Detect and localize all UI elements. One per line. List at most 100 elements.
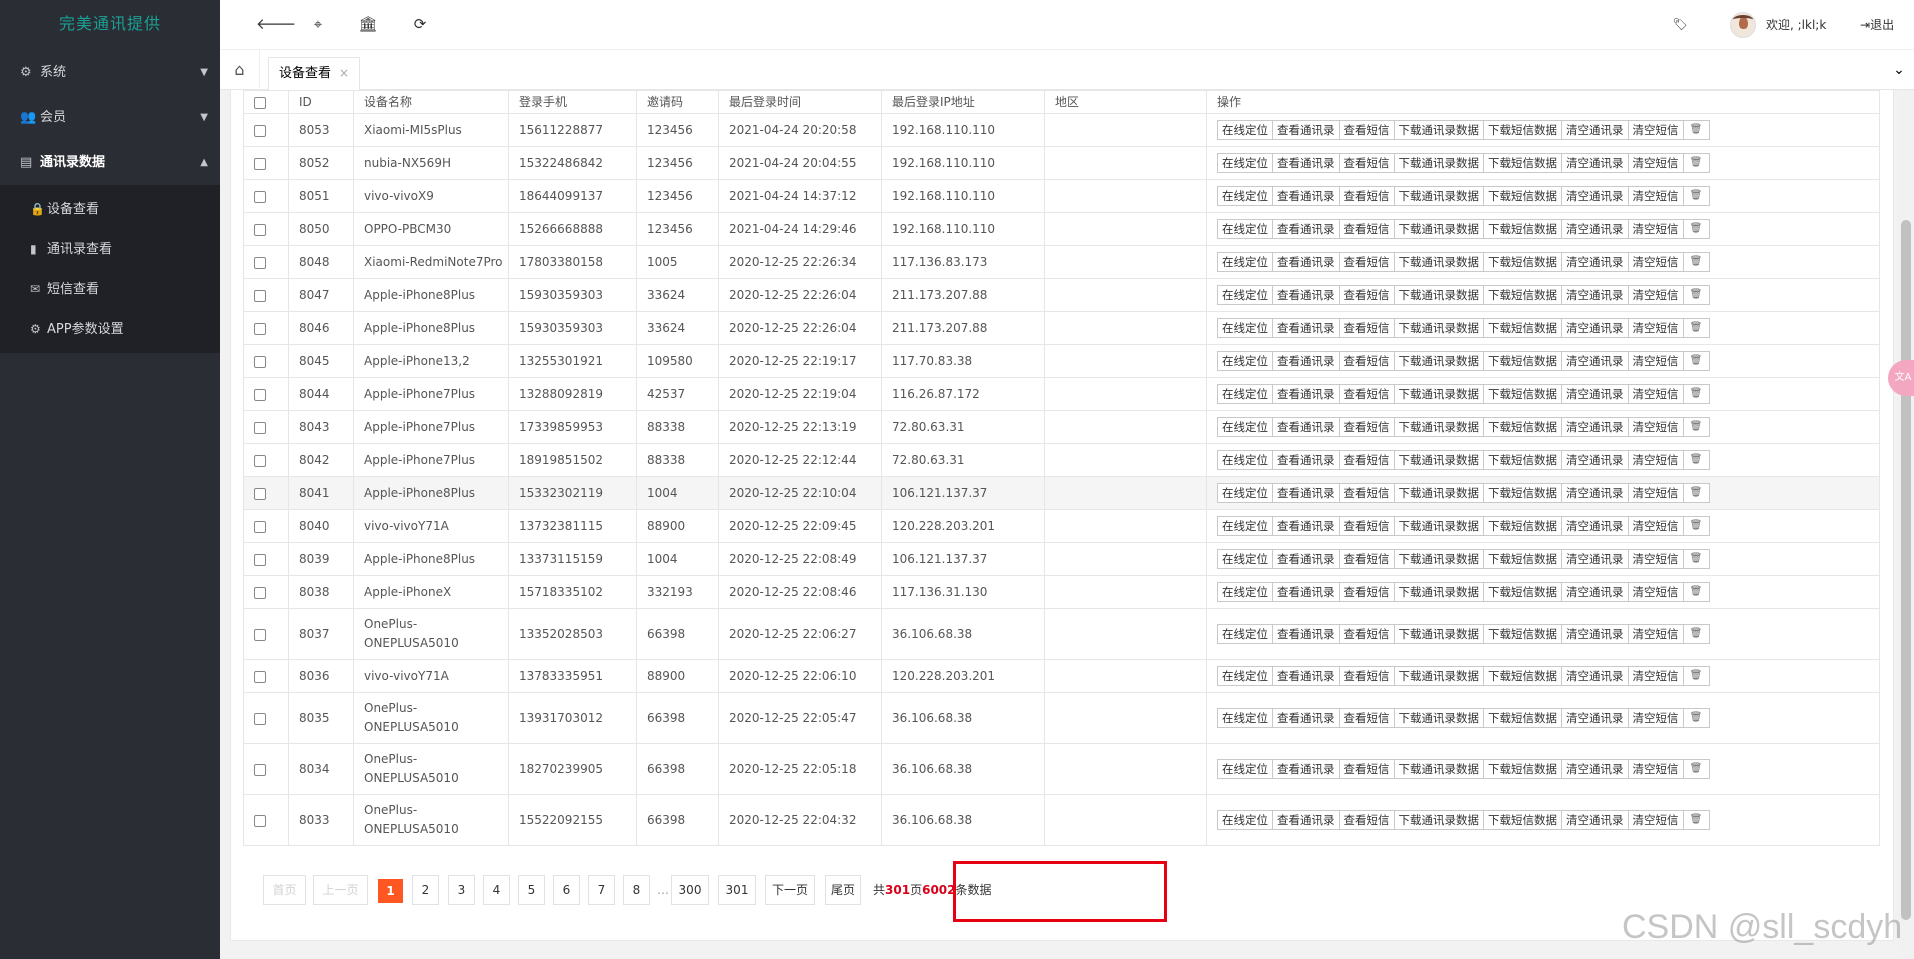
action-button[interactable]: 清空短信 <box>1627 483 1684 503</box>
action-button[interactable]: 清空通讯录 <box>1561 351 1629 371</box>
action-button[interactable]: 清空短信 <box>1627 450 1684 470</box>
action-button[interactable]: 下载通讯录数据 <box>1393 417 1484 437</box>
action-button[interactable]: 下载短信数据 <box>1483 516 1562 536</box>
back-arrow-icon[interactable]: 🡐 <box>256 14 296 34</box>
action-button[interactable]: 查看通讯录 <box>1272 759 1340 779</box>
row-checkbox[interactable] <box>254 763 266 776</box>
action-button[interactable]: 清空短信 <box>1627 417 1684 437</box>
action-button[interactable]: 下载短信数据 <box>1483 120 1562 140</box>
sidebar-item-members[interactable]: 👥 会员 ▼ <box>0 95 220 140</box>
action-button[interactable]: 在线定位 <box>1217 708 1273 728</box>
action-button[interactable]: 查看通讯录 <box>1272 624 1340 644</box>
avatar[interactable] <box>1730 12 1756 38</box>
action-button[interactable]: 下载通讯录数据 <box>1393 483 1484 503</box>
action-button[interactable]: 清空通讯录 <box>1561 285 1629 305</box>
row-checkbox[interactable] <box>254 421 266 434</box>
action-button[interactable]: 清空短信 <box>1627 666 1684 686</box>
action-button[interactable]: 在线定位 <box>1217 417 1273 437</box>
action-button[interactable]: 下载短信数据 <box>1483 153 1562 173</box>
action-button[interactable]: 查看通讯录 <box>1272 186 1340 206</box>
action-button[interactable]: 清空通讯录 <box>1561 384 1629 404</box>
action-button[interactable]: 查看短信 <box>1338 810 1395 830</box>
action-button[interactable]: 查看通讯录 <box>1272 384 1340 404</box>
tab-device-view[interactable]: 设备查看 × <box>268 57 361 90</box>
action-button[interactable]: 下载通讯录数据 <box>1393 252 1484 272</box>
action-button[interactable]: 清空通讯录 <box>1561 450 1629 470</box>
action-button[interactable]: 下载短信数据 <box>1483 219 1562 239</box>
action-button[interactable]: 清空短信 <box>1627 624 1684 644</box>
trash-icon[interactable]: 🗑 <box>1682 252 1710 272</box>
action-button[interactable]: 下载短信数据 <box>1483 666 1562 686</box>
trash-icon[interactable]: 🗑 <box>1682 450 1710 470</box>
action-button[interactable]: 查看通讯录 <box>1272 483 1340 503</box>
action-button[interactable]: 下载短信数据 <box>1483 582 1562 602</box>
trash-icon[interactable]: 🗑 <box>1682 624 1710 644</box>
action-button[interactable]: 下载短信数据 <box>1483 318 1562 338</box>
tag-icon[interactable]: 🏷 <box>1670 14 1690 34</box>
action-button[interactable]: 清空通讯录 <box>1561 516 1629 536</box>
row-checkbox[interactable] <box>254 628 266 641</box>
action-button[interactable]: 清空短信 <box>1627 549 1684 569</box>
action-button[interactable]: 下载通讯录数据 <box>1393 582 1484 602</box>
action-button[interactable]: 清空短信 <box>1627 810 1684 830</box>
action-button[interactable]: 查看短信 <box>1338 450 1395 470</box>
action-button[interactable]: 在线定位 <box>1217 624 1273 644</box>
row-checkbox[interactable] <box>254 487 266 500</box>
trash-icon[interactable]: 🗑 <box>1682 417 1710 437</box>
action-button[interactable]: 清空短信 <box>1627 186 1684 206</box>
action-button[interactable]: 下载短信数据 <box>1483 384 1562 404</box>
action-button[interactable]: 查看通讯录 <box>1272 708 1340 728</box>
trash-icon[interactable]: 🗑 <box>1682 219 1710 239</box>
action-button[interactable]: 下载通讯录数据 <box>1393 624 1484 644</box>
action-button[interactable]: 在线定位 <box>1217 759 1273 779</box>
action-button[interactable]: 下载通讯录数据 <box>1393 120 1484 140</box>
action-button[interactable]: 清空短信 <box>1627 516 1684 536</box>
action-button[interactable]: 查看短信 <box>1338 708 1395 728</box>
action-button[interactable]: 在线定位 <box>1217 318 1273 338</box>
action-button[interactable]: 查看通讯录 <box>1272 549 1340 569</box>
page-button[interactable]: 6 <box>553 875 580 905</box>
row-checkbox[interactable] <box>254 124 266 137</box>
page-button[interactable]: 5 <box>518 875 545 905</box>
bank-icon[interactable]: 🏛 <box>358 14 378 34</box>
action-button[interactable]: 查看短信 <box>1338 516 1395 536</box>
action-button[interactable]: 清空短信 <box>1627 153 1684 173</box>
action-button[interactable]: 清空通讯录 <box>1561 810 1629 830</box>
sidebar-item-device-view[interactable]: 🔒 设备查看 <box>0 189 220 229</box>
action-button[interactable]: 清空通讯录 <box>1561 483 1629 503</box>
action-button[interactable]: 下载通讯录数据 <box>1393 708 1484 728</box>
target-icon[interactable]: ⌖ <box>308 14 328 34</box>
row-checkbox[interactable] <box>254 814 266 827</box>
action-button[interactable]: 下载短信数据 <box>1483 810 1562 830</box>
action-button[interactable]: 下载短信数据 <box>1483 285 1562 305</box>
action-button[interactable]: 清空通讯录 <box>1561 153 1629 173</box>
row-checkbox[interactable] <box>254 355 266 368</box>
trash-icon[interactable]: 🗑 <box>1682 318 1710 338</box>
refresh-icon[interactable]: ⟳ <box>410 14 430 34</box>
sidebar-item-contacts-data[interactable]: ▤ 通讯录数据 ▲ <box>0 140 220 185</box>
row-checkbox[interactable] <box>254 670 266 683</box>
action-button[interactable]: 清空短信 <box>1627 318 1684 338</box>
action-button[interactable]: 下载短信数据 <box>1483 417 1562 437</box>
next-page-button[interactable]: 下一页 <box>765 875 815 905</box>
trash-icon[interactable]: 🗑 <box>1682 153 1710 173</box>
sidebar-item-system[interactable]: ⚙ 系统 ▼ <box>0 50 220 95</box>
action-button[interactable]: 查看短信 <box>1338 120 1395 140</box>
trash-icon[interactable]: 🗑 <box>1682 120 1710 140</box>
row-checkbox[interactable] <box>254 553 266 566</box>
trash-icon[interactable]: 🗑 <box>1682 516 1710 536</box>
action-button[interactable]: 在线定位 <box>1217 252 1273 272</box>
action-button[interactable]: 查看通讯录 <box>1272 417 1340 437</box>
row-checkbox[interactable] <box>254 454 266 467</box>
action-button[interactable]: 在线定位 <box>1217 153 1273 173</box>
trash-icon[interactable]: 🗑 <box>1682 285 1710 305</box>
trash-icon[interactable]: 🗑 <box>1682 351 1710 371</box>
action-button[interactable]: 下载通讯录数据 <box>1393 759 1484 779</box>
row-checkbox[interactable] <box>254 157 266 170</box>
action-button[interactable]: 下载通讯录数据 <box>1393 450 1484 470</box>
action-button[interactable]: 清空通讯录 <box>1561 186 1629 206</box>
action-button[interactable]: 清空短信 <box>1627 582 1684 602</box>
action-button[interactable]: 查看短信 <box>1338 759 1395 779</box>
action-button[interactable]: 下载短信数据 <box>1483 186 1562 206</box>
action-button[interactable]: 查看短信 <box>1338 666 1395 686</box>
